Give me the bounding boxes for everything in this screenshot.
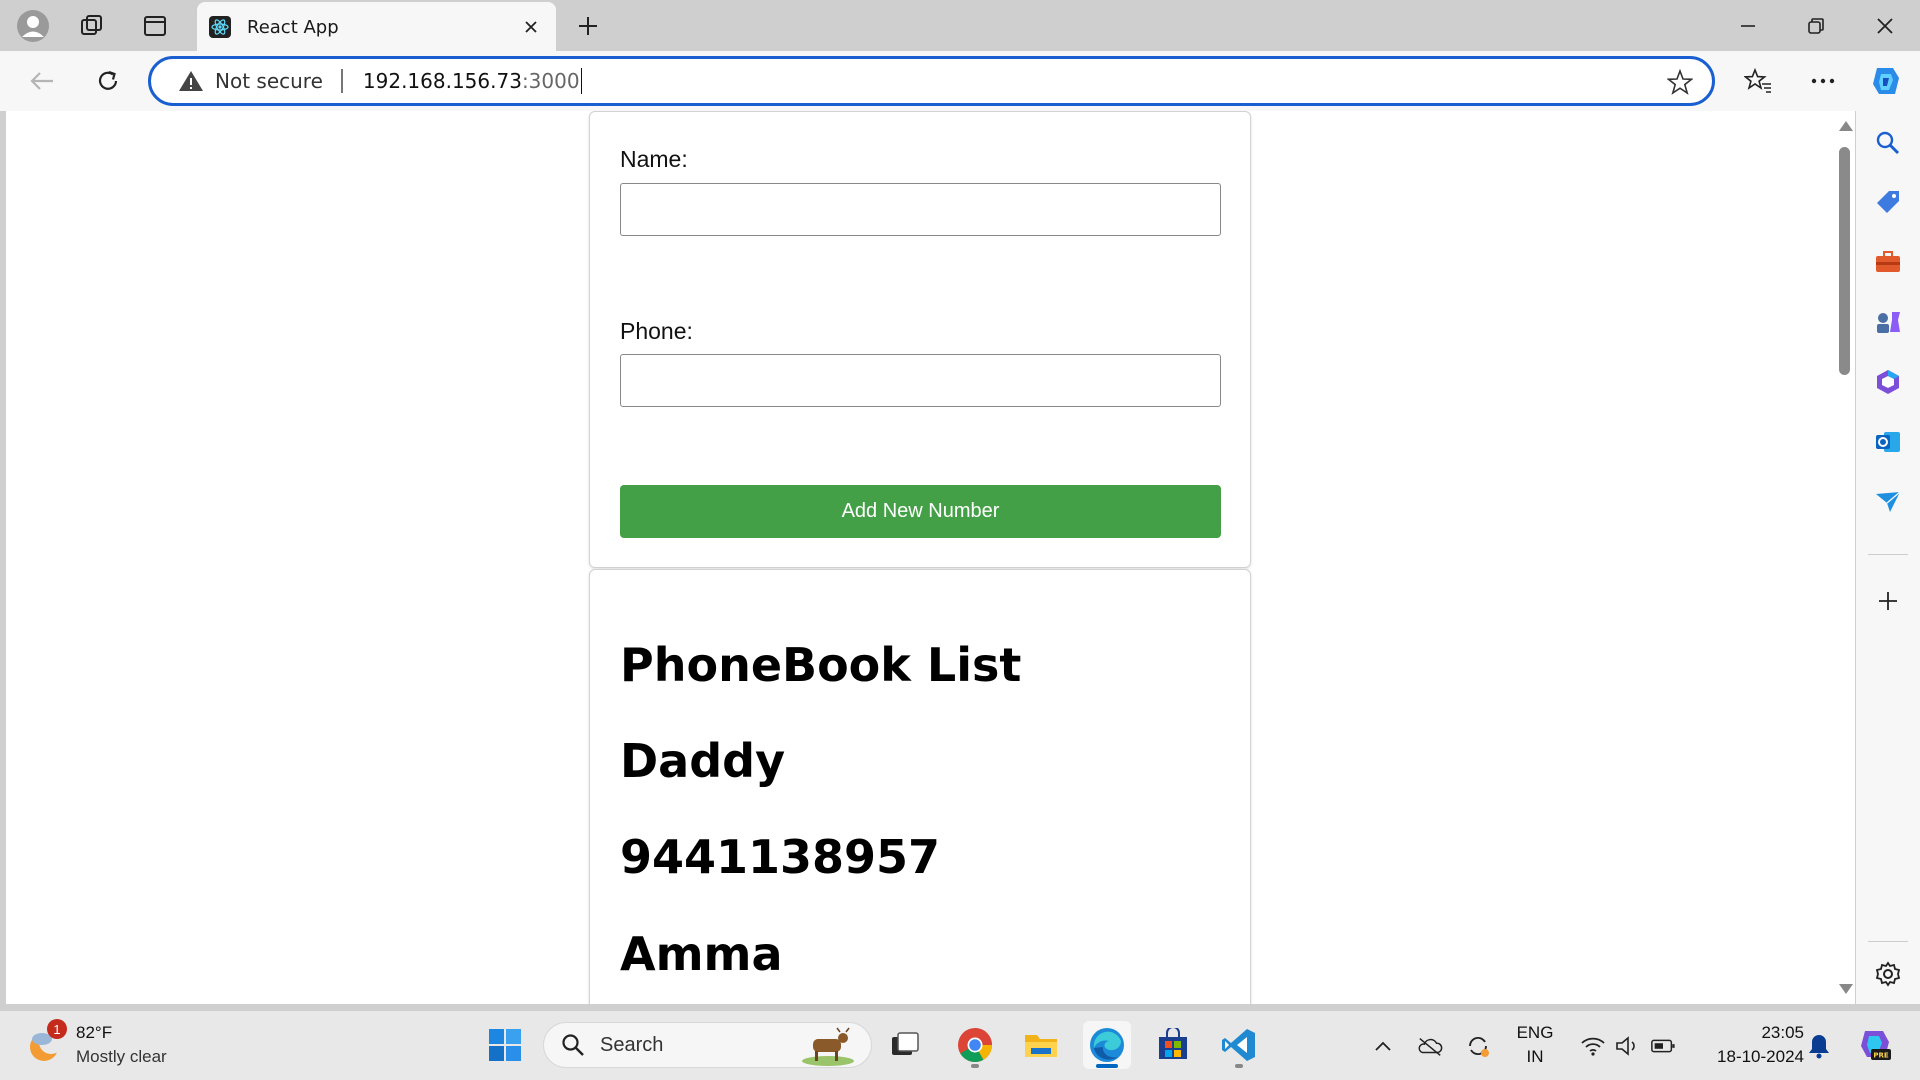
clock-time[interactable]: 23:05 [1696, 1023, 1804, 1043]
contact-name: Amma [620, 927, 783, 981]
tools-briefcase-icon[interactable] [1870, 244, 1906, 280]
name-label: Name: [620, 146, 688, 172]
scroll-up-arrow-icon[interactable] [1839, 121, 1853, 131]
phonebook-card: PhoneBook List Daddy 9441138957 Amma [589, 569, 1251, 1004]
copilot-icon[interactable] [1866, 63, 1906, 99]
phone-label: Phone: [620, 318, 693, 344]
start-windows-icon[interactable] [481, 1021, 529, 1069]
address-bar[interactable]: Not secure 192.168.156.73:3000 [148, 56, 1715, 106]
react-icon [209, 16, 231, 38]
wifi-icon[interactable] [1580, 1033, 1606, 1059]
windows-taskbar: 1 82°F Mostly clear Search ENG IN 23:05 … [0, 1010, 1920, 1080]
phone-form-card: Name: Phone: Add New Number [589, 111, 1251, 568]
language-region[interactable]: IN [1512, 1047, 1558, 1067]
edge-icon[interactable] [1083, 1021, 1131, 1069]
phone-input[interactable] [620, 354, 1221, 407]
phonebook-heading: PhoneBook List [620, 638, 1022, 692]
taskbar-search-box[interactable]: Search [543, 1022, 872, 1068]
chevron-up-icon[interactable] [1370, 1033, 1396, 1059]
microsoft365-icon[interactable] [1870, 364, 1906, 400]
notification-bell-icon[interactable] [1806, 1033, 1832, 1059]
language-code[interactable]: ENG [1512, 1023, 1558, 1043]
shopping-tag-icon[interactable] [1870, 184, 1906, 220]
clock-date[interactable]: 18-10-2024 [1696, 1047, 1804, 1067]
tab-react-app[interactable]: React App [197, 2, 556, 52]
running-indicator [971, 1064, 979, 1068]
new-tab-button[interactable] [570, 8, 606, 44]
contact-name: Daddy [620, 734, 786, 788]
restore-icon[interactable] [1793, 8, 1839, 44]
task-view-icon[interactable] [881, 1021, 929, 1069]
onedrive-offline-icon[interactable] [1417, 1033, 1443, 1059]
edge-sidebar [1856, 111, 1920, 1004]
search-icon [560, 1032, 586, 1058]
contact-phone: 9441138957 [620, 830, 941, 884]
address-separator [340, 69, 343, 93]
search-icon[interactable] [1870, 125, 1906, 161]
browser-toolbar: Not secure 192.168.156.73:3000 [0, 51, 1920, 111]
refresh-icon[interactable] [88, 63, 128, 99]
microsoft-store-icon[interactable] [1149, 1021, 1197, 1069]
weather-badge: 1 [47, 1019, 67, 1039]
tab-title: React App [247, 16, 339, 38]
url-port[interactable]: :3000 [522, 69, 580, 93]
warning-icon[interactable] [177, 67, 205, 95]
outlook-icon[interactable] [1870, 424, 1906, 460]
send-icon[interactable] [1870, 484, 1906, 520]
add-icon[interactable] [1870, 583, 1906, 619]
scroll-down-arrow-icon[interactable] [1839, 984, 1853, 994]
close-window-icon[interactable] [1862, 8, 1908, 44]
file-explorer-icon[interactable] [1017, 1021, 1065, 1069]
running-indicator [1235, 1064, 1243, 1068]
weather-description[interactable]: Mostly clear [76, 1047, 167, 1067]
name-input[interactable] [620, 183, 1221, 236]
text-caret [580, 68, 582, 94]
sidebar-divider [1868, 941, 1908, 942]
back-icon[interactable] [22, 63, 62, 99]
search-label: Search [600, 1033, 664, 1056]
active-indicator [1096, 1064, 1118, 1068]
chrome-icon[interactable] [951, 1021, 999, 1069]
more-menu-icon[interactable] [1803, 63, 1843, 99]
page-viewport: Name: Phone: Add New Number PhoneBook Li… [6, 111, 1855, 1004]
games-icon[interactable] [1870, 304, 1906, 340]
minimize-icon[interactable] [1725, 8, 1771, 44]
favorite-star-icon[interactable] [1666, 68, 1694, 96]
sidebar-divider [1868, 554, 1908, 555]
sync-icon[interactable] [1465, 1033, 1491, 1059]
battery-icon[interactable] [1650, 1033, 1676, 1059]
search-highlight-icon [799, 1025, 857, 1067]
url-host[interactable]: 192.168.156.73 [363, 69, 522, 93]
scrollbar-thumb[interactable] [1839, 147, 1850, 375]
svg-text:PRE: PRE [1873, 1052, 1889, 1060]
page-scrollbar[interactable] [1835, 111, 1855, 1004]
tab-actions-icon[interactable] [137, 8, 173, 44]
vscode-icon[interactable] [1215, 1021, 1263, 1069]
profile-icon[interactable] [15, 8, 51, 44]
favorites-icon[interactable] [1738, 63, 1778, 99]
copilot-preview-icon[interactable]: PRE [1857, 1027, 1893, 1063]
not-secure-label[interactable]: Not secure [215, 69, 323, 93]
volume-icon[interactable] [1614, 1033, 1640, 1059]
add-new-number-button[interactable]: Add New Number [620, 485, 1221, 538]
tab-strip: React App [0, 0, 1920, 52]
close-tab-icon[interactable] [516, 12, 546, 42]
weather-temperature[interactable]: 82°F [76, 1023, 112, 1043]
settings-gear-icon[interactable] [1870, 956, 1906, 992]
workspaces-icon[interactable] [74, 8, 110, 44]
